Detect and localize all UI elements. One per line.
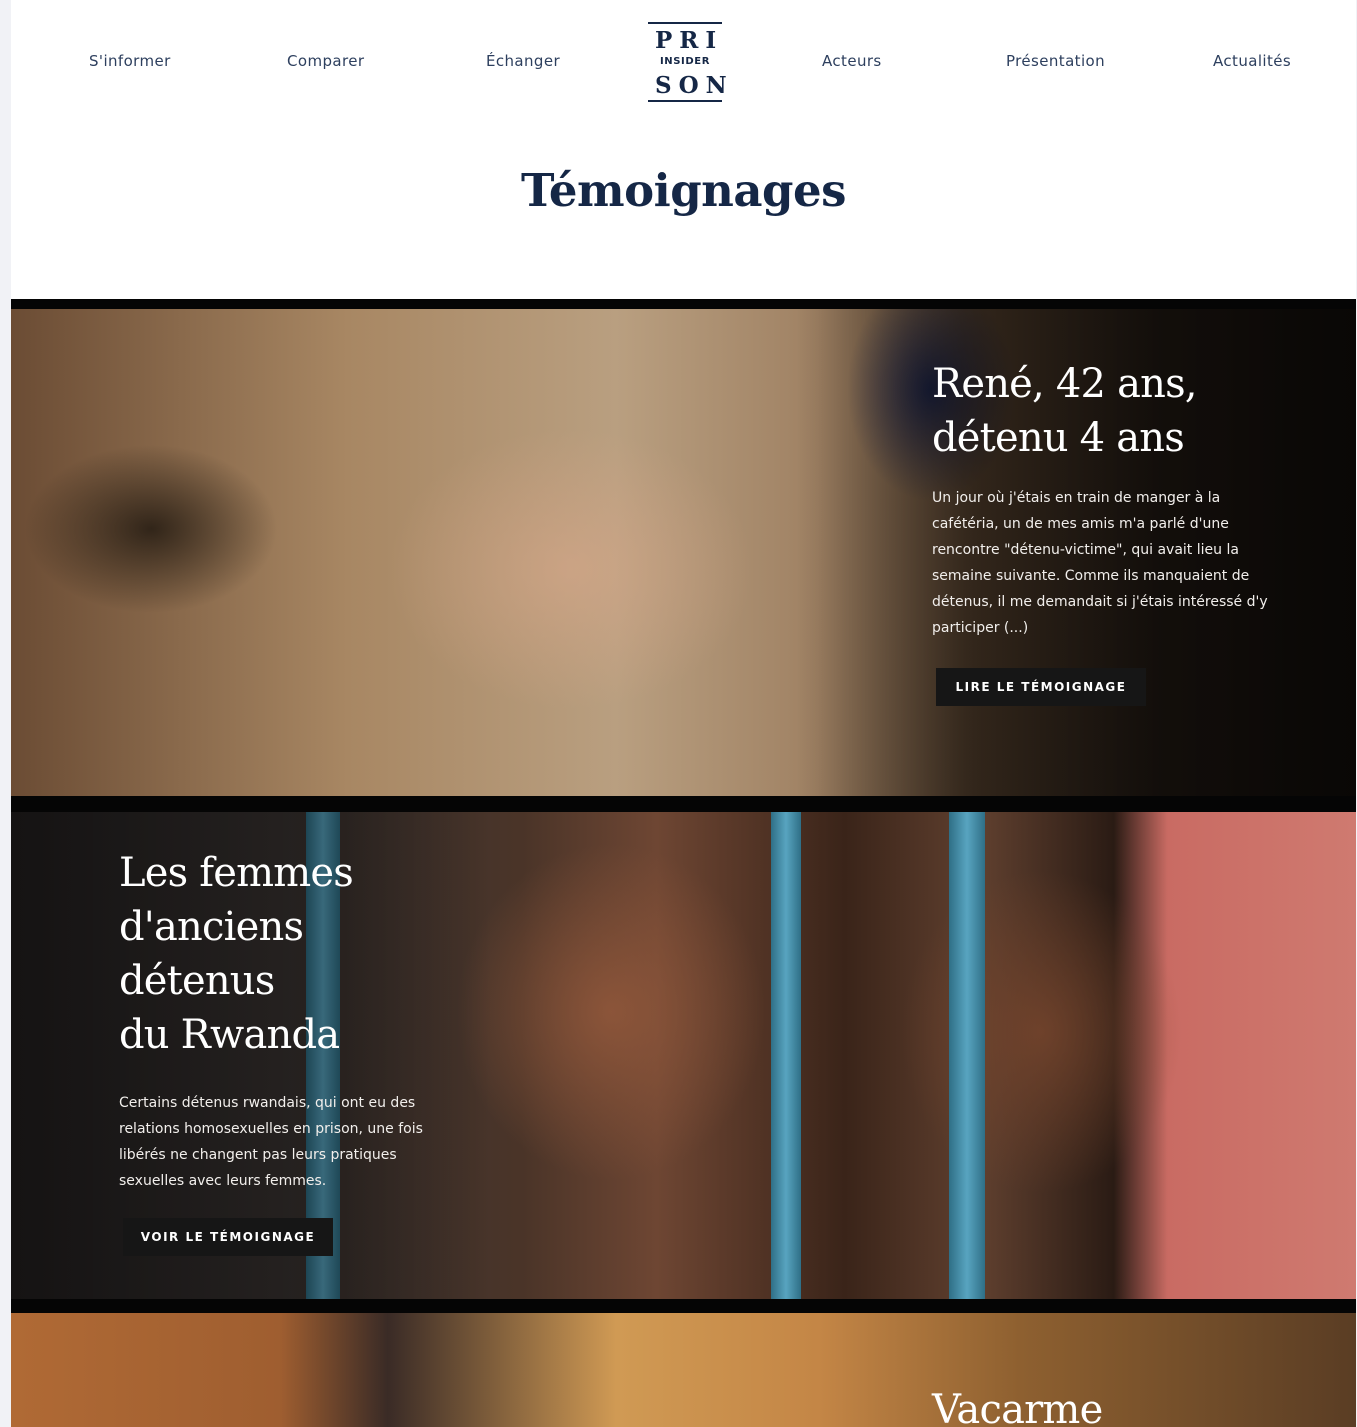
story-excerpt: Certains détenus rwandais, qui ont eu de… <box>119 1095 423 1189</box>
nav-link-actualites[interactable]: Actualités <box>1213 52 1291 70</box>
page-title: Témoignages <box>521 164 846 217</box>
logo-line-3: SON <box>655 72 734 99</box>
logo-line-2: INSIDER <box>659 56 711 67</box>
read-testimony-button[interactable]: LIRE LE TÉMOIGNAGE <box>936 668 1146 706</box>
logo-bottom-rule <box>648 100 722 102</box>
story-card-vacarme[interactable]: Vacarme <box>11 1303 1356 1427</box>
story-excerpt: Un jour où j'étais en train de manger à … <box>932 490 1268 636</box>
site-logo[interactable]: PRI INSIDER SON <box>648 22 734 102</box>
story-card-rwanda[interactable]: Les femmes d'anciens détenus du Rwanda C… <box>11 800 1356 1303</box>
nav-link-sinformer[interactable]: S'informer <box>89 52 171 70</box>
story-title: Vacarme <box>932 1387 1103 1427</box>
story-title: René, 42 ans, détenu 4 ans <box>932 361 1198 461</box>
nav-link-echanger[interactable]: Échanger <box>486 52 560 70</box>
view-testimony-button[interactable]: VOIR LE TÉMOIGNAGE <box>123 1218 333 1256</box>
story-image-man-thinking <box>11 1313 1356 1427</box>
nav-link-presentation[interactable]: Présentation <box>1006 52 1105 70</box>
logo-top-rule <box>648 22 722 24</box>
nav-link-comparer[interactable]: Comparer <box>287 52 364 70</box>
story-card-rene[interactable]: René, 42 ans, détenu 4 ans Un jour où j'… <box>11 299 1356 800</box>
top-navigation: S'informer Comparer Échanger PRI INSIDER… <box>11 0 1356 120</box>
page: S'informer Comparer Échanger PRI INSIDER… <box>11 0 1356 1427</box>
logo-line-1: PRI <box>655 27 724 54</box>
story-title: Les femmes d'anciens détenus du Rwanda <box>119 850 354 1058</box>
nav-link-acteurs[interactable]: Acteurs <box>822 52 882 70</box>
